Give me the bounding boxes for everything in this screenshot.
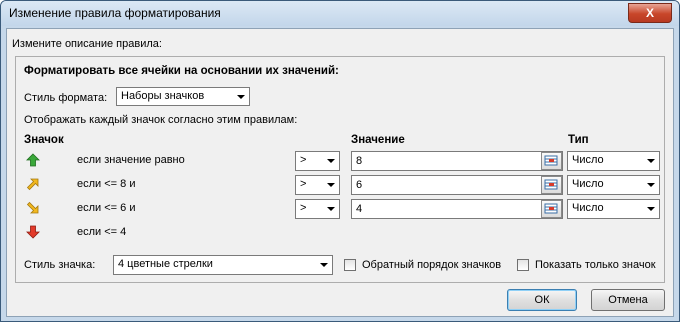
range-select-icon — [544, 203, 558, 214]
rules-label: Отображать каждый значок согласно этим п… — [24, 114, 298, 126]
close-icon: X — [645, 6, 654, 20]
arrow-up-right-yellow-icon[interactable] — [26, 177, 40, 191]
chevron-down-icon — [647, 159, 655, 163]
cancel-button-label: Отмена — [608, 294, 648, 306]
column-header-icon: Значок — [24, 134, 64, 146]
chevron-down-icon — [327, 207, 335, 211]
column-header-type: Тип — [568, 134, 589, 146]
panel-heading: Форматировать все ячейки на основании их… — [24, 65, 339, 77]
cancel-button[interactable]: Отмена — [591, 289, 665, 311]
rule-condition-text: если значение равно — [77, 154, 185, 166]
icon-style-label: Стиль значка: — [24, 259, 96, 271]
cell-reference-button[interactable] — [541, 176, 562, 194]
type-value: Число — [572, 202, 604, 214]
rule-description-panel: Форматировать все ячейки на основании их… — [15, 56, 665, 283]
format-style-select[interactable]: Наборы значков — [116, 87, 250, 106]
type-select[interactable]: Число — [567, 175, 660, 195]
chevron-down-icon — [320, 263, 328, 267]
icon-style-value: 4 цветные стрелки — [118, 258, 213, 270]
operator-select[interactable]: > — [295, 151, 340, 171]
chevron-down-icon — [327, 159, 335, 163]
operator-value: > — [300, 154, 307, 166]
format-style-value: Наборы значков — [121, 90, 205, 102]
show-icon-only-label: Показать только значок — [535, 259, 656, 271]
chevron-down-icon — [647, 183, 655, 187]
type-select[interactable]: Число — [567, 199, 660, 219]
type-value: Число — [572, 178, 604, 190]
value-input[interactable]: 4 — [351, 199, 563, 219]
operator-select[interactable]: > — [295, 175, 340, 195]
chevron-down-icon — [647, 207, 655, 211]
value-input[interactable]: 8 — [351, 151, 563, 171]
cell-reference-button[interactable] — [541, 200, 562, 218]
close-button[interactable]: X — [628, 3, 672, 23]
ok-button-label: ОК — [534, 294, 550, 306]
operator-select[interactable]: > — [295, 199, 340, 219]
range-select-icon — [544, 179, 558, 190]
type-select[interactable]: Число — [567, 151, 660, 171]
edit-description-label: Измените описание правила: — [12, 38, 162, 50]
rule-condition-text: если <= 4 — [77, 226, 127, 238]
icon-style-select[interactable]: 4 цветные стрелки — [113, 255, 333, 275]
dialog-title: Изменение правила форматирования — [9, 6, 221, 20]
value-text: 4 — [356, 203, 363, 215]
rule-condition-text: если <= 8 и — [77, 178, 136, 190]
value-text: 6 — [356, 179, 363, 191]
value-text: 8 — [356, 155, 363, 167]
chevron-down-icon — [327, 183, 335, 187]
dialog-window: Изменение правила форматирования X Измен… — [0, 0, 680, 322]
cell-reference-button[interactable] — [541, 152, 562, 170]
value-input[interactable]: 6 — [351, 175, 563, 195]
column-header-value: Значение — [351, 134, 405, 146]
type-value: Число — [572, 154, 604, 166]
rule-condition-text: если <= 6 и — [77, 202, 136, 214]
arrow-down-red-icon[interactable] — [26, 225, 40, 239]
format-style-label: Стиль формата: — [24, 92, 108, 104]
show-icon-only-checkbox[interactable] — [517, 259, 529, 271]
reverse-order-checkbox[interactable] — [344, 259, 356, 271]
chevron-down-icon — [237, 95, 245, 99]
reverse-order-label: Обратный порядок значков — [362, 259, 502, 271]
operator-value: > — [300, 178, 307, 190]
ok-button[interactable]: ОК — [507, 289, 577, 311]
arrow-down-right-yellow-icon[interactable] — [26, 201, 40, 215]
operator-value: > — [300, 202, 307, 214]
title-bar[interactable]: Изменение правила форматирования X — [1, 1, 679, 26]
arrow-up-green-icon[interactable] — [26, 153, 40, 167]
range-select-icon — [544, 155, 558, 166]
dialog-body: Измените описание правила: Форматировать… — [6, 28, 674, 317]
